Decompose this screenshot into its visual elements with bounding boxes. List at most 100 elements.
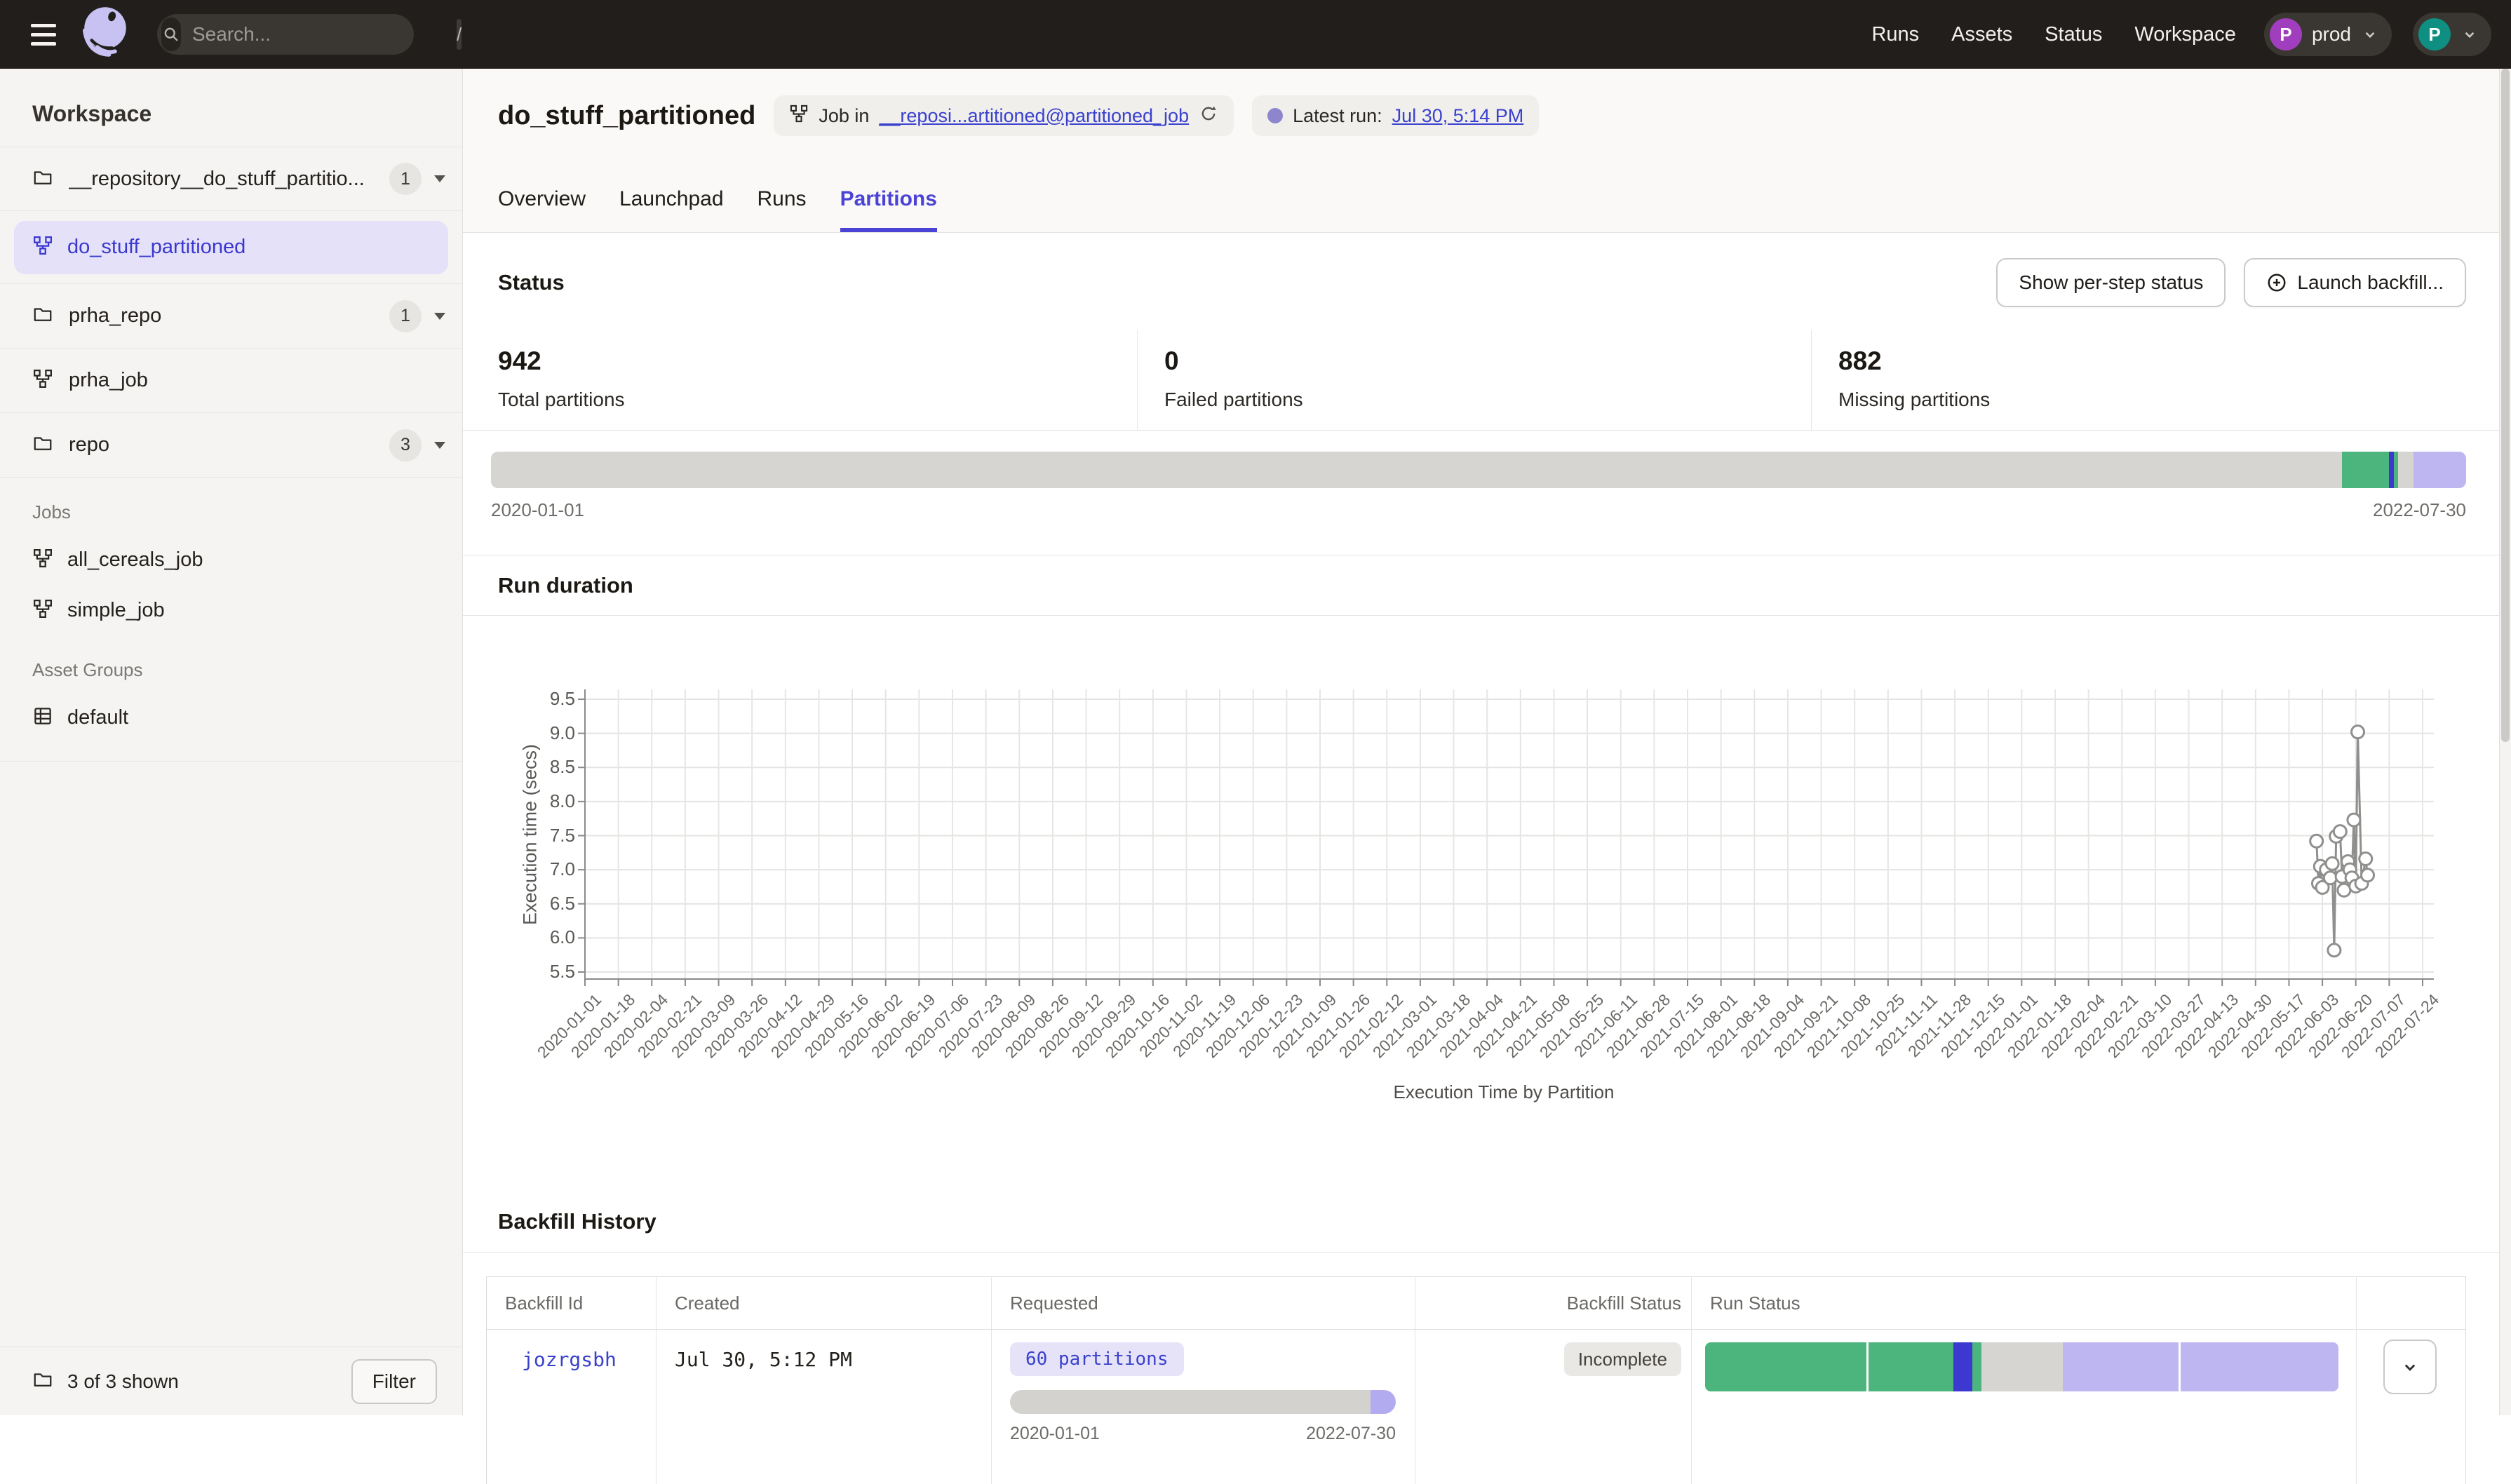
stat-label: Total partitions [498,389,1137,411]
bar-segment [1953,1342,1972,1391]
data-point [2359,853,2372,865]
vertical-scrollbar[interactable] [2499,69,2511,1415]
bar-segment [1869,1342,1953,1391]
tab-partitions[interactable]: Partitions [840,187,937,232]
scrollbar-thumb[interactable] [2501,69,2510,742]
sidebar-asset-group-default[interactable]: default [0,692,462,743]
stat-missing-partitions: 882 Missing partitions [1811,330,2511,430]
bar-segment [1981,1342,2063,1391]
tab-runs[interactable]: Runs [758,187,807,232]
caret-down-icon[interactable] [434,175,445,182]
tab-launchpad[interactable]: Launchpad [619,187,723,232]
bar-segment [2063,1342,2181,1391]
count-badge: 1 [389,163,422,195]
jobs-section-label: Jobs [0,478,462,534]
caret-down-icon[interactable] [434,442,445,449]
row-actions-button[interactable] [2383,1340,2437,1394]
search-box[interactable]: / [157,14,414,55]
chart-plot-area [463,616,2511,1136]
show-per-step-status-button[interactable]: Show per-step status [1996,258,2226,307]
bar-segment [2342,452,2390,488]
sidebar-item-prha-job[interactable]: prha_job [0,349,462,413]
data-point [2362,869,2374,882]
user-menu[interactable]: P [2413,13,2491,56]
backfill-id-link[interactable]: jozrgsbh [487,1330,656,1371]
folder-icon [32,167,53,191]
sidebar-item-repository-do-stuff[interactable]: __repository__do_stuff_partitio... 1 [0,147,462,211]
chevron-down-icon [2399,1356,2421,1377]
col-backfill-status: Backfill Status [1415,1277,1691,1329]
data-point [2328,944,2341,957]
partition-range-end: 2022-07-30 [2373,499,2466,521]
job-origin-link[interactable]: __reposi...artitioned@partitioned_job [879,105,1189,127]
user-avatar: P [2418,18,2451,50]
sidebar-item-label: repo [69,433,109,457]
partition-status-bar-section: 2020-01-01 2022-07-30 [463,431,2511,555]
run-duration-chart: Execution time (secs) Execution Time by … [463,616,2511,1136]
bar-segment [1972,1342,1981,1391]
table-row: jozrgsbh Jul 30, 5:12 PM 60 partitions 2… [487,1330,2465,1484]
run-status-bar[interactable] [1705,1342,2338,1391]
nav-status[interactable]: Status [2045,23,2102,46]
search-input[interactable] [181,23,457,46]
stat-value: 0 [1164,346,1811,376]
y-axis-tick-label: 5.5 [512,961,575,983]
status-section-header: Status Show per-step status Launch backf… [463,237,2511,328]
chevron-down-icon [2460,25,2479,43]
sidebar-item-repo[interactable]: repo 3 [0,413,462,478]
tab-overview[interactable]: Overview [498,187,586,232]
bar-segment [491,452,2342,488]
sidebar-job-all-cereals[interactable]: all_cereals_job [0,534,462,585]
data-point [2348,814,2360,826]
y-axis-tick-label: 8.0 [512,790,575,812]
search-shortcut-key: / [457,19,462,50]
sidebar-selected-item[interactable]: do_stuff_partitioned [14,221,448,274]
deployment-label: prod [2312,23,2351,46]
requested-range-start: 2020-01-01 [1010,1424,1100,1444]
nav-assets[interactable]: Assets [1951,23,2012,46]
data-point [2334,825,2346,838]
dagster-logo-icon[interactable] [76,4,135,66]
top-nav-links: Runs Assets Status Workspace [1871,23,2235,46]
asset-group-icon [32,706,53,730]
col-actions [2356,1277,2465,1329]
requested-partitions-badge[interactable]: 60 partitions [1010,1342,1184,1376]
chevron-down-icon [2361,25,2379,43]
launch-backfill-label: Launch backfill... [2297,271,2444,294]
sidebar-item-label: __repository__do_stuff_partitio... [69,168,365,191]
nav-runs[interactable]: Runs [1871,23,1919,46]
count-badge: 3 [389,429,422,461]
menu-icon[interactable] [20,10,69,59]
data-point [2326,857,2338,870]
bar-segment [1371,1390,1396,1414]
job-label: simple_job [67,599,165,622]
job-origin-tag: Job in __reposi...artitioned@partitioned… [774,95,1234,136]
filter-button[interactable]: Filter [351,1359,437,1404]
partition-range-start: 2020-01-01 [491,499,584,521]
col-backfill-id: Backfill Id [487,1277,656,1329]
asset-groups-section-label: Asset Groups [0,635,462,692]
workspace-sidebar: Workspace __repository__do_stuff_partiti… [0,69,463,1415]
launch-backfill-button[interactable]: Launch backfill... [2244,258,2466,307]
stat-value: 882 [1838,346,2511,376]
sidebar-item-prha-repo[interactable]: prha_repo 1 [0,284,462,349]
caret-down-icon[interactable] [434,313,445,320]
latest-run-label: Latest run: [1293,105,1382,127]
chart-caption: Execution Time by Partition [1393,1081,1614,1103]
backfill-history-table: Backfill Id Created Requested Backfill S… [486,1276,2466,1484]
job-icon [32,368,53,393]
y-axis-tick-label: 9.5 [512,688,575,710]
backfill-history-heading: Backfill History [463,1191,2511,1253]
sidebar-job-simple-job[interactable]: simple_job [0,585,462,635]
deployment-switcher[interactable]: P prod [2264,13,2392,56]
top-nav-bar: / Runs Assets Status Workspace P prod P [0,0,2511,69]
nav-workspace[interactable]: Workspace [2134,23,2236,46]
count-badge: 1 [389,300,422,332]
job-header: do_stuff_partitioned Job in __reposi...a… [463,69,2511,233]
page-title: do_stuff_partitioned [498,101,755,131]
plus-circle-icon [2266,272,2287,293]
refresh-icon[interactable] [1199,104,1218,128]
latest-run-link[interactable]: Jul 30, 5:14 PM [1392,105,1524,127]
job-icon [789,104,809,128]
partition-status-bar[interactable] [491,452,2466,488]
